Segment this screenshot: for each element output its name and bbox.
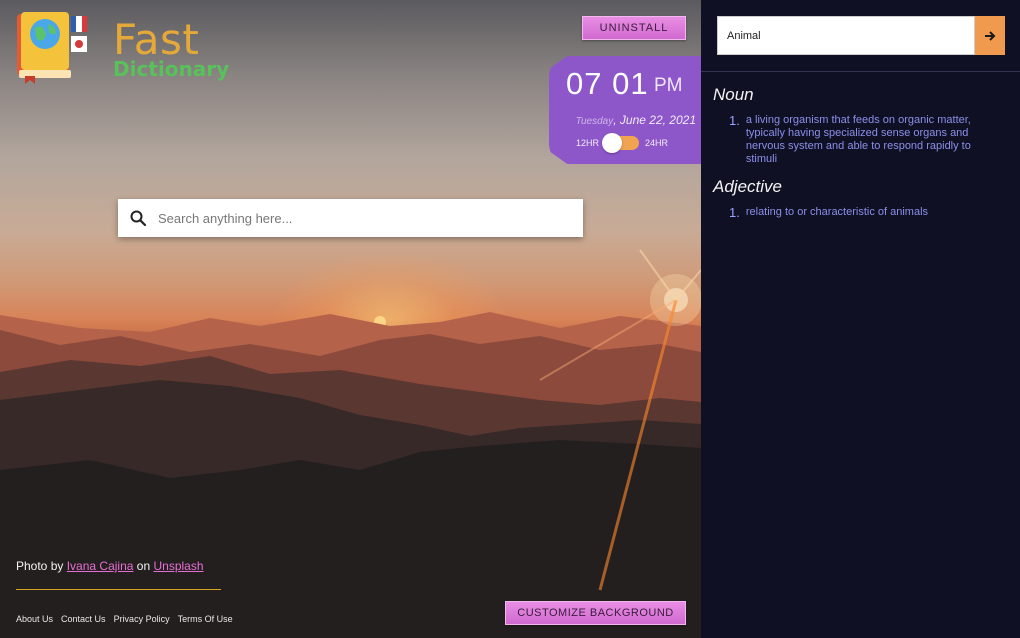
- credit-prefix: Photo by: [16, 559, 64, 573]
- clock-ampm: PM: [654, 75, 683, 96]
- logo-word-dictionary: Dictionary: [113, 57, 230, 81]
- format-12hr-label: 12HR: [576, 138, 600, 148]
- adjective-definitions: 1. relating to or characteristic of anim…: [729, 206, 993, 219]
- toggle-knob[interactable]: [602, 133, 623, 153]
- definition-text: relating to or characteristic of animals: [745, 206, 929, 218]
- format-24hr-label: 24HR: [645, 138, 669, 148]
- footer-privacy-link[interactable]: Privacy Policy: [114, 614, 170, 624]
- arrow-right-icon: [985, 30, 996, 41]
- credit-on: on: [136, 559, 151, 573]
- clock-weekday: Tuesday: [575, 116, 614, 127]
- clock-time: 07 01: [566, 66, 649, 101]
- search-input[interactable]: [158, 210, 558, 226]
- uninstall-button[interactable]: UNINSTALL: [582, 16, 686, 40]
- part-of-speech-noun: Noun: [713, 85, 754, 104]
- app-logo: Fast Dictionary: [15, 10, 229, 86]
- footer-terms-link[interactable]: Terms Of Use: [178, 614, 233, 624]
- customize-background-button[interactable]: CUSTOMIZE BACKGROUND: [505, 601, 686, 625]
- dictionary-search-area: [701, 0, 1020, 72]
- unsplash-link[interactable]: Unsplash: [153, 559, 203, 573]
- footer-links: About Us Contact Us Privacy Policy Terms…: [16, 614, 233, 624]
- part-of-speech-adjective: Adjective: [713, 177, 782, 196]
- time-format-switch: 12HR 24HR: [576, 133, 669, 153]
- definition-text: a living organism that feeds on organic …: [745, 114, 971, 165]
- definition-item: 1. a living organism that feeds on organ…: [729, 114, 993, 166]
- clock-widget: 07 01 PM Tuesday, June 22, 2021 12HR 24H…: [549, 56, 701, 164]
- photo-credit: Photo by Ivana Cajina on Unsplash: [16, 559, 204, 573]
- word-input[interactable]: [717, 16, 975, 55]
- time-format-toggle[interactable]: [602, 133, 640, 153]
- web-search-bar: [118, 199, 583, 237]
- noun-definitions: 1. a living organism that feeds on organ…: [729, 114, 993, 166]
- clock-date: Tuesday, June 22, 2021: [575, 113, 696, 127]
- author-link[interactable]: Ivana Cajina: [67, 559, 134, 573]
- lookup-button[interactable]: [975, 16, 1005, 55]
- footer-about-link[interactable]: About Us: [16, 614, 53, 624]
- book-globe-icon: [17, 12, 87, 84]
- dictionary-panel: Noun 1. a living organism that feeds on …: [701, 0, 1020, 638]
- clock-date-text: June 22, 2021: [619, 113, 696, 127]
- logo-word-fast: Fast: [113, 15, 200, 64]
- footer-contact-link[interactable]: Contact Us: [61, 614, 106, 624]
- search-icon[interactable]: [118, 210, 158, 226]
- credit-divider: [16, 589, 221, 590]
- definition-item: 1. relating to or characteristic of anim…: [729, 205, 929, 220]
